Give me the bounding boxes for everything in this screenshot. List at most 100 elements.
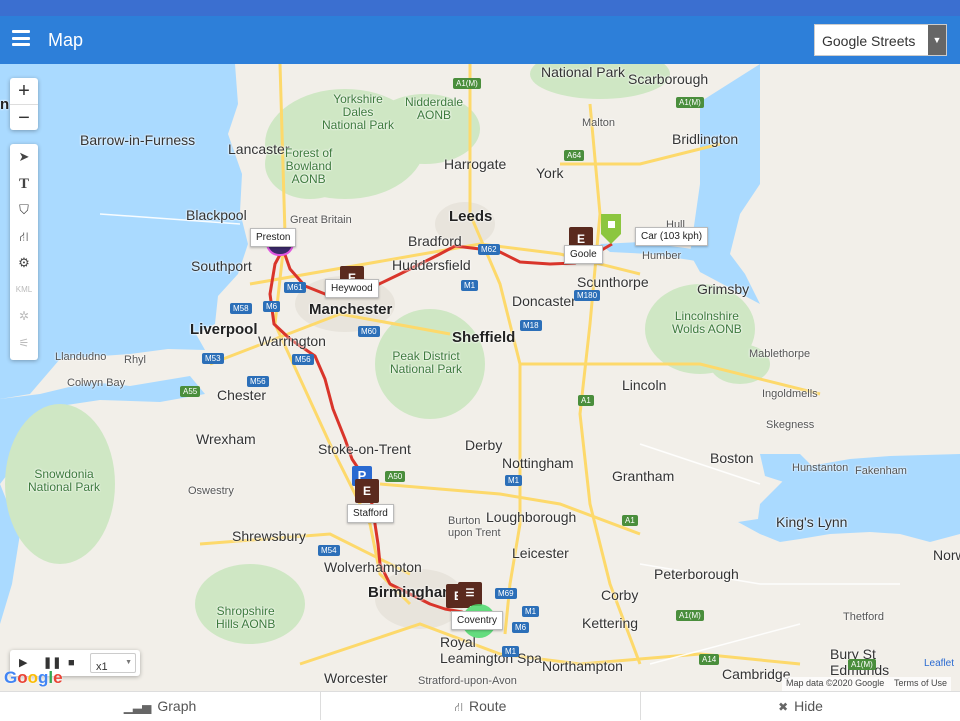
city-label: Sheffield [452, 329, 516, 346]
city-label: Scarborough [628, 71, 709, 87]
road-shield: A55 [180, 386, 201, 397]
city-label: Bridlington [672, 131, 739, 147]
city-label: Warrington [258, 333, 326, 349]
city-label: Ingoldmells [762, 388, 818, 400]
road-shield: M54 [318, 545, 340, 556]
coventry-event-marker-stack[interactable]: ☰ [458, 582, 482, 606]
city-label: Huddersfield [392, 257, 471, 273]
zoom-control: + − [10, 78, 38, 130]
road-shield: M53 [202, 353, 224, 364]
city-label: Worcester [324, 670, 388, 686]
road-shield: M6 [512, 622, 530, 633]
city-label: Norw [933, 547, 960, 563]
traffic-icon[interactable]: ⚟ [10, 330, 38, 357]
city-label: Nidderdale AONB [405, 95, 464, 122]
road-shield: M58 [230, 303, 252, 314]
shield-icon[interactable]: ⛉ [10, 197, 38, 224]
city-label: Stratford-upon-Avon [418, 675, 517, 687]
leaflet-link[interactable]: Leaflet [924, 658, 954, 669]
goole-label: Goole [564, 245, 603, 264]
tab-hide-label: Hide [794, 698, 823, 714]
map-layer-value: Google Streets [822, 33, 916, 49]
city-label: Skegness [766, 419, 815, 431]
city-label: Fakenham [855, 465, 907, 477]
road-shield: M60 [358, 326, 380, 337]
stop-icon[interactable]: ■ [68, 650, 75, 676]
city-label: Oswestry [188, 485, 234, 497]
close-icon: ✖ [778, 700, 789, 714]
city-label: Cambridge [722, 666, 791, 682]
top-status-strip [0, 0, 960, 16]
road-shield: A1 [622, 515, 638, 526]
map-view[interactable]: National Park Scarborough Yorkshire Dales Na… [0, 64, 960, 691]
city-label: King's Lynn [776, 514, 848, 530]
tab-graph[interactable]: ▁▃▅ Graph [0, 692, 320, 720]
google-logo: Google [4, 668, 63, 687]
city-label: Peterborough [654, 566, 739, 582]
city-label: Southport [191, 258, 252, 274]
bar-chart-icon: ▁▃▅ [123, 700, 152, 714]
road-shield: A1 [578, 395, 594, 406]
bottom-toolbar: ▁▃▅ Graph ⛙ Route ✖ Hide [0, 691, 960, 720]
kml-icon[interactable]: KML [10, 277, 38, 304]
zoom-out-button[interactable]: − [10, 104, 38, 130]
road-shield: M1 [505, 475, 523, 486]
playback-speed-value: x1 [96, 661, 108, 673]
menu-icon[interactable] [12, 30, 30, 48]
tab-route-label: Route [469, 698, 507, 714]
gear-icon[interactable]: ⚙ [10, 250, 38, 277]
road-shield: A1(M) [453, 78, 481, 89]
poi-icon[interactable]: ✲ [10, 303, 38, 330]
coventry-label: Coventry [451, 611, 504, 630]
city-label: Boston [710, 450, 754, 466]
road-shield: M56 [292, 354, 314, 365]
stafford-label: Stafford [347, 504, 394, 523]
tab-route[interactable]: ⛙ Route [320, 692, 640, 720]
text-icon[interactable]: T [10, 171, 38, 198]
city-label: Lancaster [228, 141, 290, 157]
zoom-in-button[interactable]: + [10, 78, 38, 104]
city-label: Leeds [449, 208, 493, 225]
preston-label: Preston [250, 228, 297, 247]
car-speed-label: Car (103 kph) [635, 227, 709, 246]
city-label: Great Britain [290, 214, 352, 226]
terms-link[interactable]: Terms of Use [894, 678, 947, 688]
city-label: Manchester [309, 301, 393, 318]
city-label: Shrewsbury [232, 528, 306, 544]
city-label: Thetford [843, 611, 884, 623]
city-label: Doncaster [512, 293, 576, 309]
city-label: Hunstanton [792, 462, 849, 474]
road-shield: M180 [574, 290, 601, 301]
city-label: Forest of Bowland AONB [285, 146, 333, 186]
city-label: Derby [465, 437, 503, 453]
tab-hide[interactable]: ✖ Hide [640, 692, 960, 720]
road-icon[interactable]: ⛙ [10, 224, 38, 251]
playback-speed-select[interactable]: x1 ▼ [90, 653, 136, 673]
road-shield: M62 [478, 244, 500, 255]
road-icon: ⛙ [454, 700, 464, 714]
city-label: Humber [642, 250, 682, 262]
road-shield: M1 [461, 280, 479, 291]
map-layer-select[interactable]: Google Streets ▼ [814, 24, 947, 56]
city-label: Birmingham [368, 584, 456, 601]
road-shield: M1 [522, 606, 540, 617]
road-shield: M1 [502, 646, 520, 657]
city-label: Peak District National Park [390, 349, 463, 376]
city-label: National Park [541, 64, 626, 80]
map-tools-toolbar: ➤ T ⛉ ⛙ ⚙ KML ✲ ⚟ [10, 144, 38, 360]
chevron-down-icon: ▼ [928, 25, 946, 55]
road-shield: A1(M) [676, 610, 704, 621]
road-shield: A1(M) [848, 659, 876, 670]
city-label: Rhyl [124, 354, 147, 366]
city-label: Snowdonia National Park [28, 467, 101, 494]
city-label: Nottingham [502, 455, 574, 471]
car-pin-icon[interactable] [599, 212, 625, 246]
city-label: Burton upon Trent [448, 515, 501, 539]
city-label: Colwyn Bay [67, 377, 126, 389]
road-shield: A50 [385, 471, 406, 482]
locate-icon[interactable]: ➤ [10, 144, 38, 171]
city-label: Stoke-on-Trent [318, 441, 411, 457]
road-shield: M69 [495, 588, 517, 599]
stafford-event-marker[interactable]: E [355, 479, 379, 503]
city-label: Leicester [512, 545, 569, 561]
